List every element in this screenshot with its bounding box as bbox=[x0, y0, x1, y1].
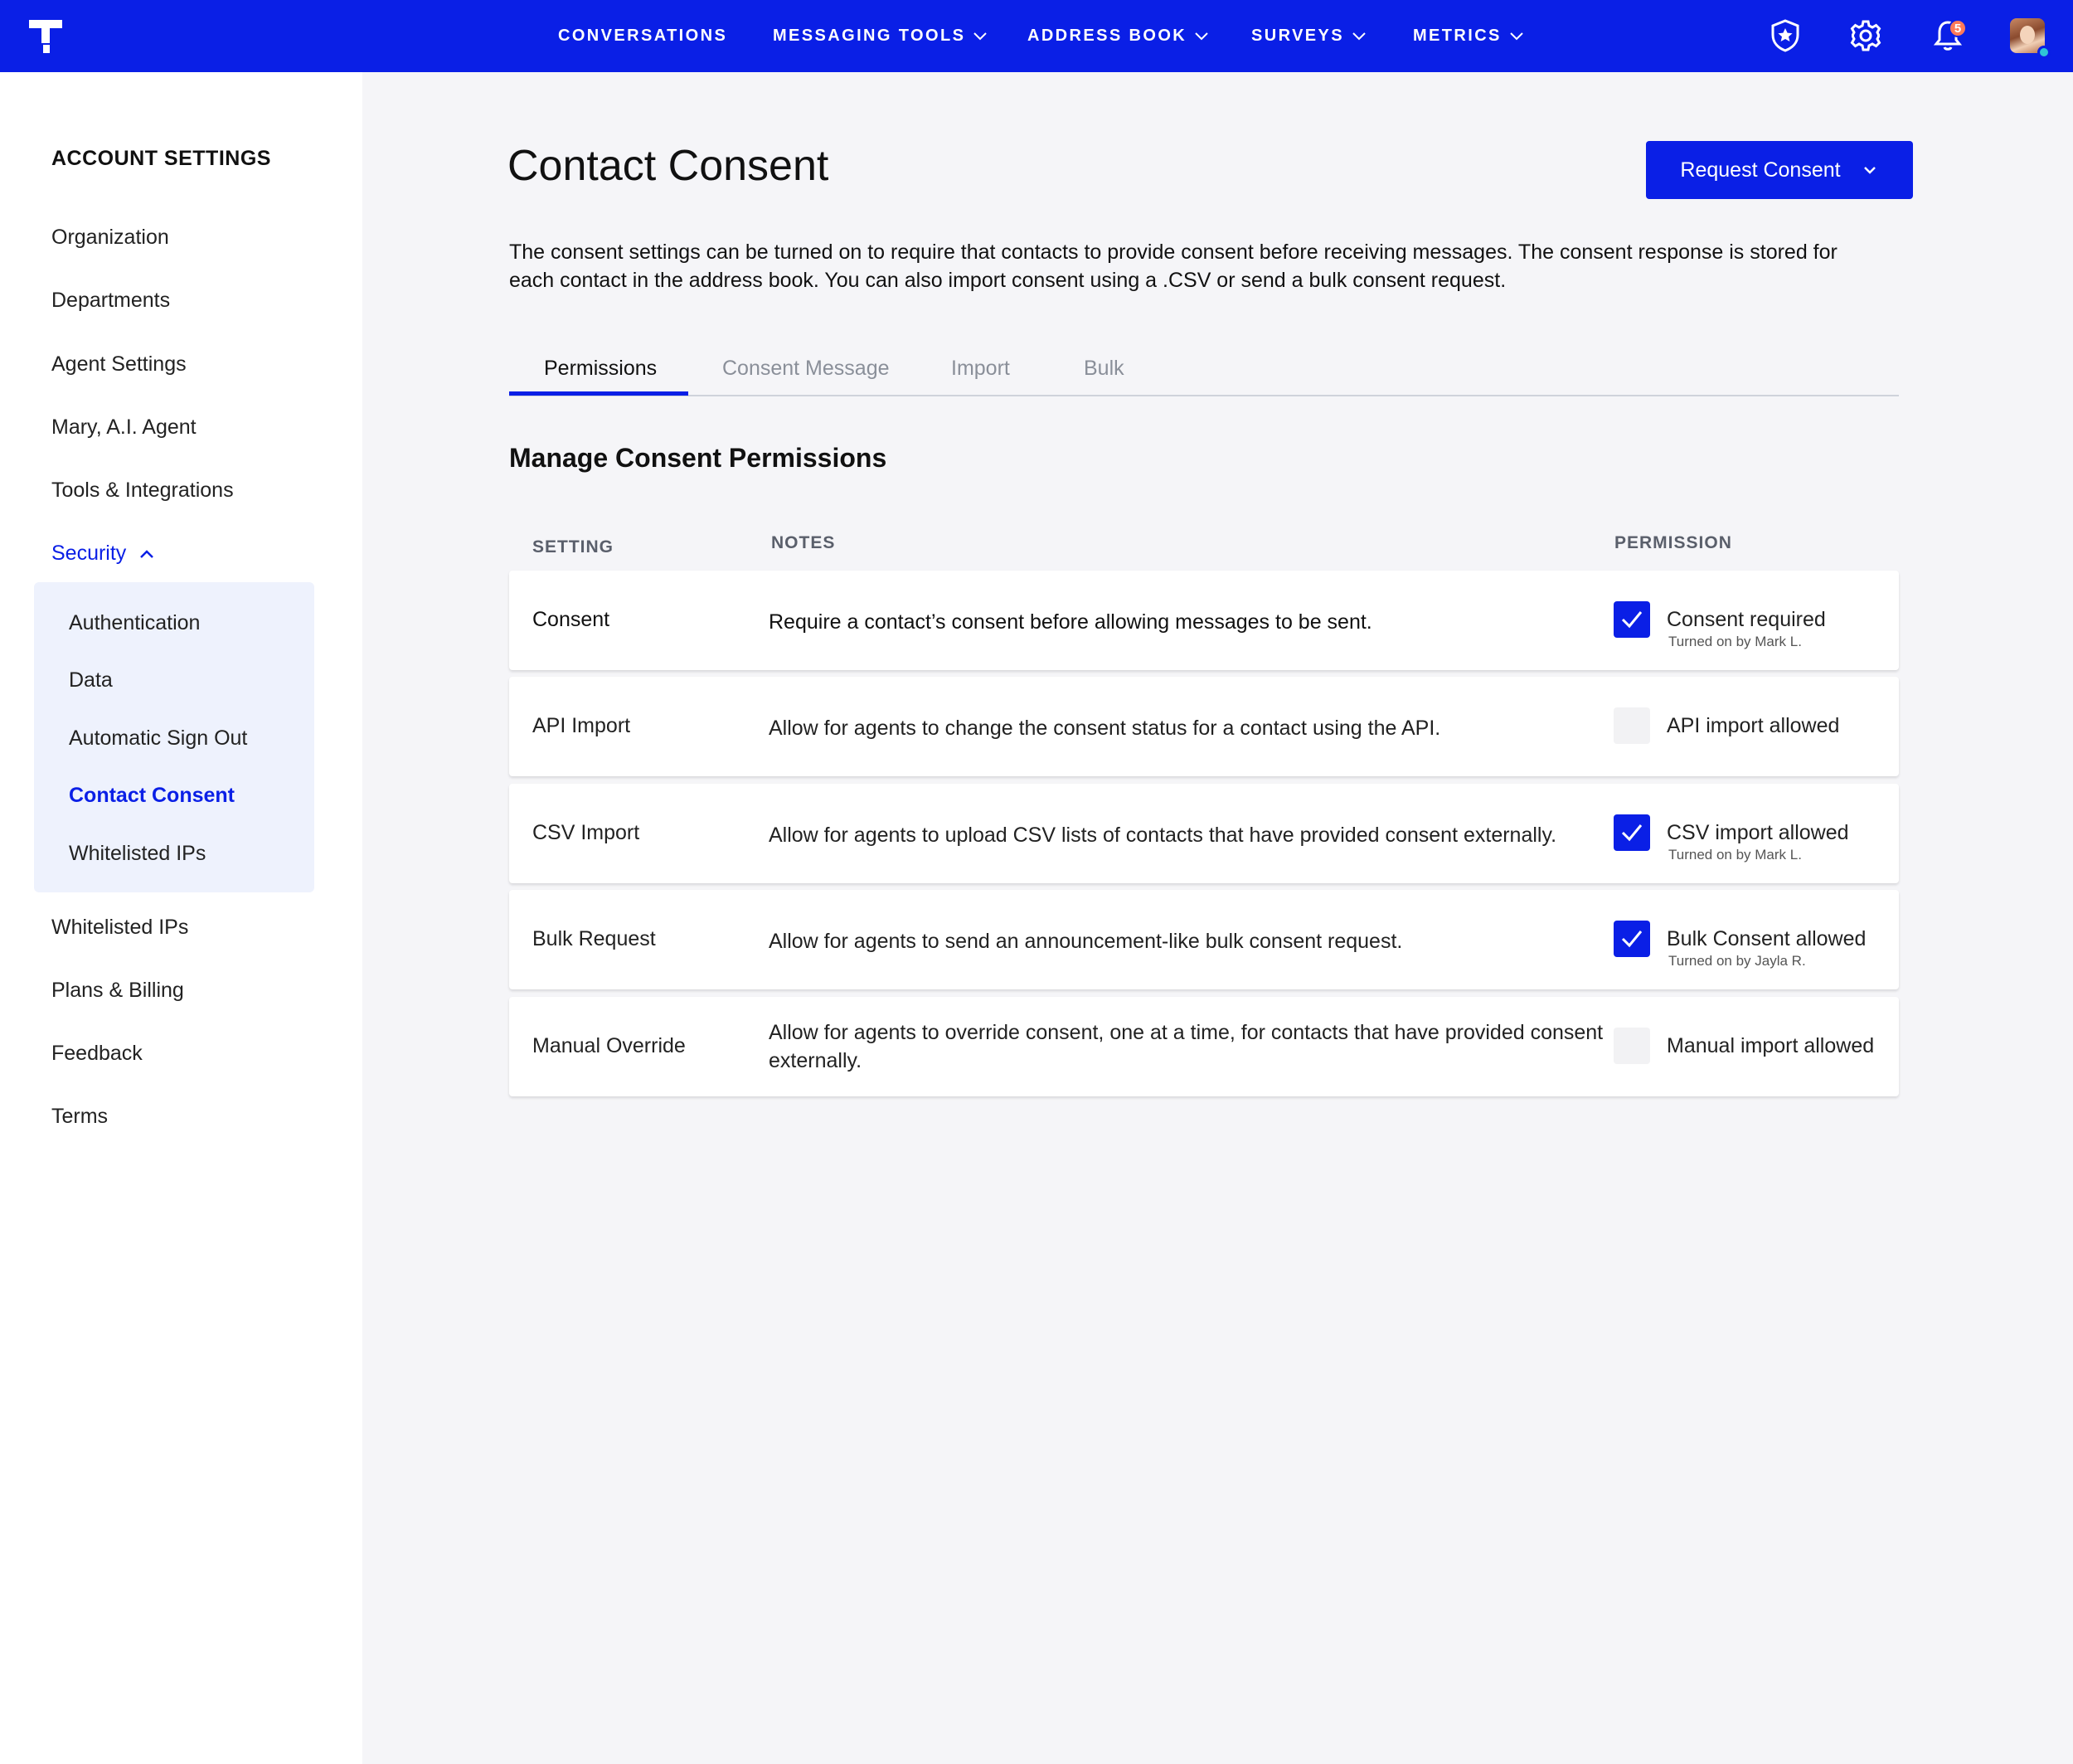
sidebar-item-authentication[interactable]: Authentication bbox=[69, 611, 200, 635]
manual-override-checkbox[interactable] bbox=[1614, 1028, 1650, 1064]
page-title: Contact Consent bbox=[507, 142, 829, 190]
permission-changed-by: Turned on by Jayla R. bbox=[1668, 953, 1806, 969]
permission-changed-by: Turned on by Mark L. bbox=[1668, 847, 1802, 863]
setting-name: Manual Override bbox=[532, 1034, 686, 1057]
tab-bulk[interactable]: Bulk bbox=[1084, 357, 1124, 381]
checkmark-icon bbox=[1621, 824, 1643, 842]
nav-label: METRICS bbox=[1413, 27, 1502, 45]
sidebar-title: ACCOUNT SETTINGS bbox=[51, 147, 271, 170]
sidebar-item-automatic-sign-out[interactable]: Automatic Sign Out bbox=[69, 726, 247, 751]
table-row: Bulk Request Allow for agents to send an… bbox=[509, 890, 1899, 989]
bulk-consent-checkbox[interactable] bbox=[1614, 921, 1650, 957]
section-title: Manage Consent Permissions bbox=[509, 443, 887, 473]
sidebar-item-data[interactable]: Data bbox=[69, 668, 113, 692]
sidebar-item-whitelisted-ips[interactable]: Whitelisted IPs bbox=[51, 916, 188, 940]
presence-indicator bbox=[2037, 46, 2051, 59]
setting-notes: Allow for agents to override consent, on… bbox=[769, 1021, 1604, 1072]
chevron-up-icon bbox=[140, 549, 154, 558]
column-header-setting: SETTING bbox=[532, 537, 614, 556]
setting-notes: Allow for agents to send an announcement… bbox=[769, 930, 1403, 953]
sidebar-item-whitelisted-ips-sub[interactable]: Whitelisted IPs bbox=[69, 842, 206, 866]
avatar[interactable] bbox=[2010, 18, 2051, 59]
permission-label: Manual import allowed bbox=[1667, 1034, 1875, 1057]
sidebar-item-feedback[interactable]: Feedback bbox=[51, 1042, 143, 1066]
nav-surveys[interactable]: SURVEYS bbox=[1251, 0, 1367, 72]
chevron-down-icon bbox=[973, 32, 988, 40]
consent-tabs: Permissions Consent Message Import Bulk bbox=[509, 347, 1899, 396]
csv-import-checkbox[interactable] bbox=[1614, 814, 1650, 851]
column-header-notes: NOTES bbox=[771, 533, 836, 552]
notification-badge: 5 bbox=[1949, 19, 1967, 37]
sidebar-item-contact-consent[interactable]: Contact Consent bbox=[69, 784, 235, 808]
chevron-down-icon bbox=[1195, 32, 1208, 40]
column-header-permission: PERMISSION bbox=[1614, 533, 1732, 552]
sidebar-item-label: Security bbox=[51, 542, 127, 565]
nav-label: SURVEYS bbox=[1251, 27, 1345, 45]
active-tab-indicator bbox=[509, 391, 688, 396]
table-row: CSV Import Allow for agents to upload CS… bbox=[509, 784, 1899, 883]
nav-conversations[interactable]: CONVERSATIONS bbox=[558, 0, 727, 72]
security-submenu: Authentication Data Automatic Sign Out C… bbox=[34, 582, 314, 892]
chevron-down-icon bbox=[1352, 32, 1366, 40]
top-navigation-bar: CONVERSATIONS MESSAGING TOOLS ADDRESS BO… bbox=[0, 0, 2073, 72]
setting-name: Bulk Request bbox=[532, 927, 656, 950]
sidebar-item-departments[interactable]: Departments bbox=[51, 289, 170, 313]
checkmark-icon bbox=[1621, 611, 1643, 629]
gear-icon[interactable] bbox=[1847, 17, 1885, 55]
sidebar-item-terms[interactable]: Terms bbox=[51, 1105, 108, 1129]
permission-changed-by: Turned on by Mark L. bbox=[1668, 634, 1802, 649]
nav-messaging-tools[interactable]: MESSAGING TOOLS bbox=[773, 0, 988, 72]
setting-name: Consent bbox=[532, 608, 610, 631]
setting-notes: Allow for agents to change the consent s… bbox=[769, 717, 1441, 740]
permission-label: Consent required bbox=[1667, 608, 1826, 631]
nav-metrics[interactable]: METRICS bbox=[1413, 0, 1525, 72]
sidebar-item-agent-settings[interactable]: Agent Settings bbox=[51, 352, 187, 377]
tab-consent-message[interactable]: Consent Message bbox=[722, 357, 890, 381]
sidebar-item-tools-integrations[interactable]: Tools & Integrations bbox=[51, 479, 234, 503]
nav-label: ADDRESS BOOK bbox=[1027, 27, 1187, 45]
checkmark-icon bbox=[1621, 931, 1643, 948]
sidebar-item-plans-billing[interactable]: Plans & Billing bbox=[51, 979, 184, 1003]
button-label: Request Consent bbox=[1680, 158, 1841, 182]
api-import-checkbox[interactable] bbox=[1614, 707, 1650, 744]
sidebar-item-organization[interactable]: Organization bbox=[51, 226, 169, 250]
consent-required-checkbox[interactable] bbox=[1614, 601, 1650, 638]
nav-address-book[interactable]: ADDRESS BOOK bbox=[1027, 0, 1210, 72]
chevron-down-icon bbox=[1863, 167, 1876, 174]
tab-import[interactable]: Import bbox=[951, 357, 1010, 381]
table-row: API Import Allow for agents to change th… bbox=[509, 677, 1899, 776]
page-description: The consent settings can be turned on to… bbox=[509, 241, 1838, 292]
chevron-down-icon bbox=[1510, 32, 1523, 40]
setting-notes: Allow for agents to upload CSV lists of … bbox=[769, 824, 1557, 847]
bell-icon[interactable]: 5 bbox=[1929, 17, 1967, 55]
avatar-face bbox=[2020, 26, 2035, 44]
setting-notes: Require a contact’s consent before allow… bbox=[769, 610, 1372, 634]
permission-label: API import allowed bbox=[1667, 714, 1840, 737]
request-consent-button[interactable]: Request Consent bbox=[1646, 141, 1913, 199]
setting-name: API Import bbox=[532, 714, 631, 737]
logo-icon[interactable] bbox=[27, 18, 64, 55]
account-settings-sidebar: ACCOUNT SETTINGS Organization Department… bbox=[0, 72, 362, 1764]
nav-label: CONVERSATIONS bbox=[558, 27, 728, 45]
setting-name: CSV Import bbox=[532, 821, 640, 844]
tab-permissions[interactable]: Permissions bbox=[544, 357, 657, 381]
nav-label: MESSAGING TOOLS bbox=[773, 27, 966, 45]
star-shield-icon[interactable] bbox=[1766, 17, 1804, 55]
sidebar-item-security[interactable]: Security bbox=[51, 542, 156, 566]
permission-label: Bulk Consent allowed bbox=[1667, 927, 1867, 950]
table-row: Consent Require a contact’s consent befo… bbox=[509, 571, 1899, 670]
table-row: Manual Override Allow for agents to over… bbox=[509, 997, 1899, 1096]
permission-label: CSV import allowed bbox=[1667, 821, 1849, 844]
sidebar-item-ai-agent[interactable]: Mary, A.I. Agent bbox=[51, 415, 197, 440]
